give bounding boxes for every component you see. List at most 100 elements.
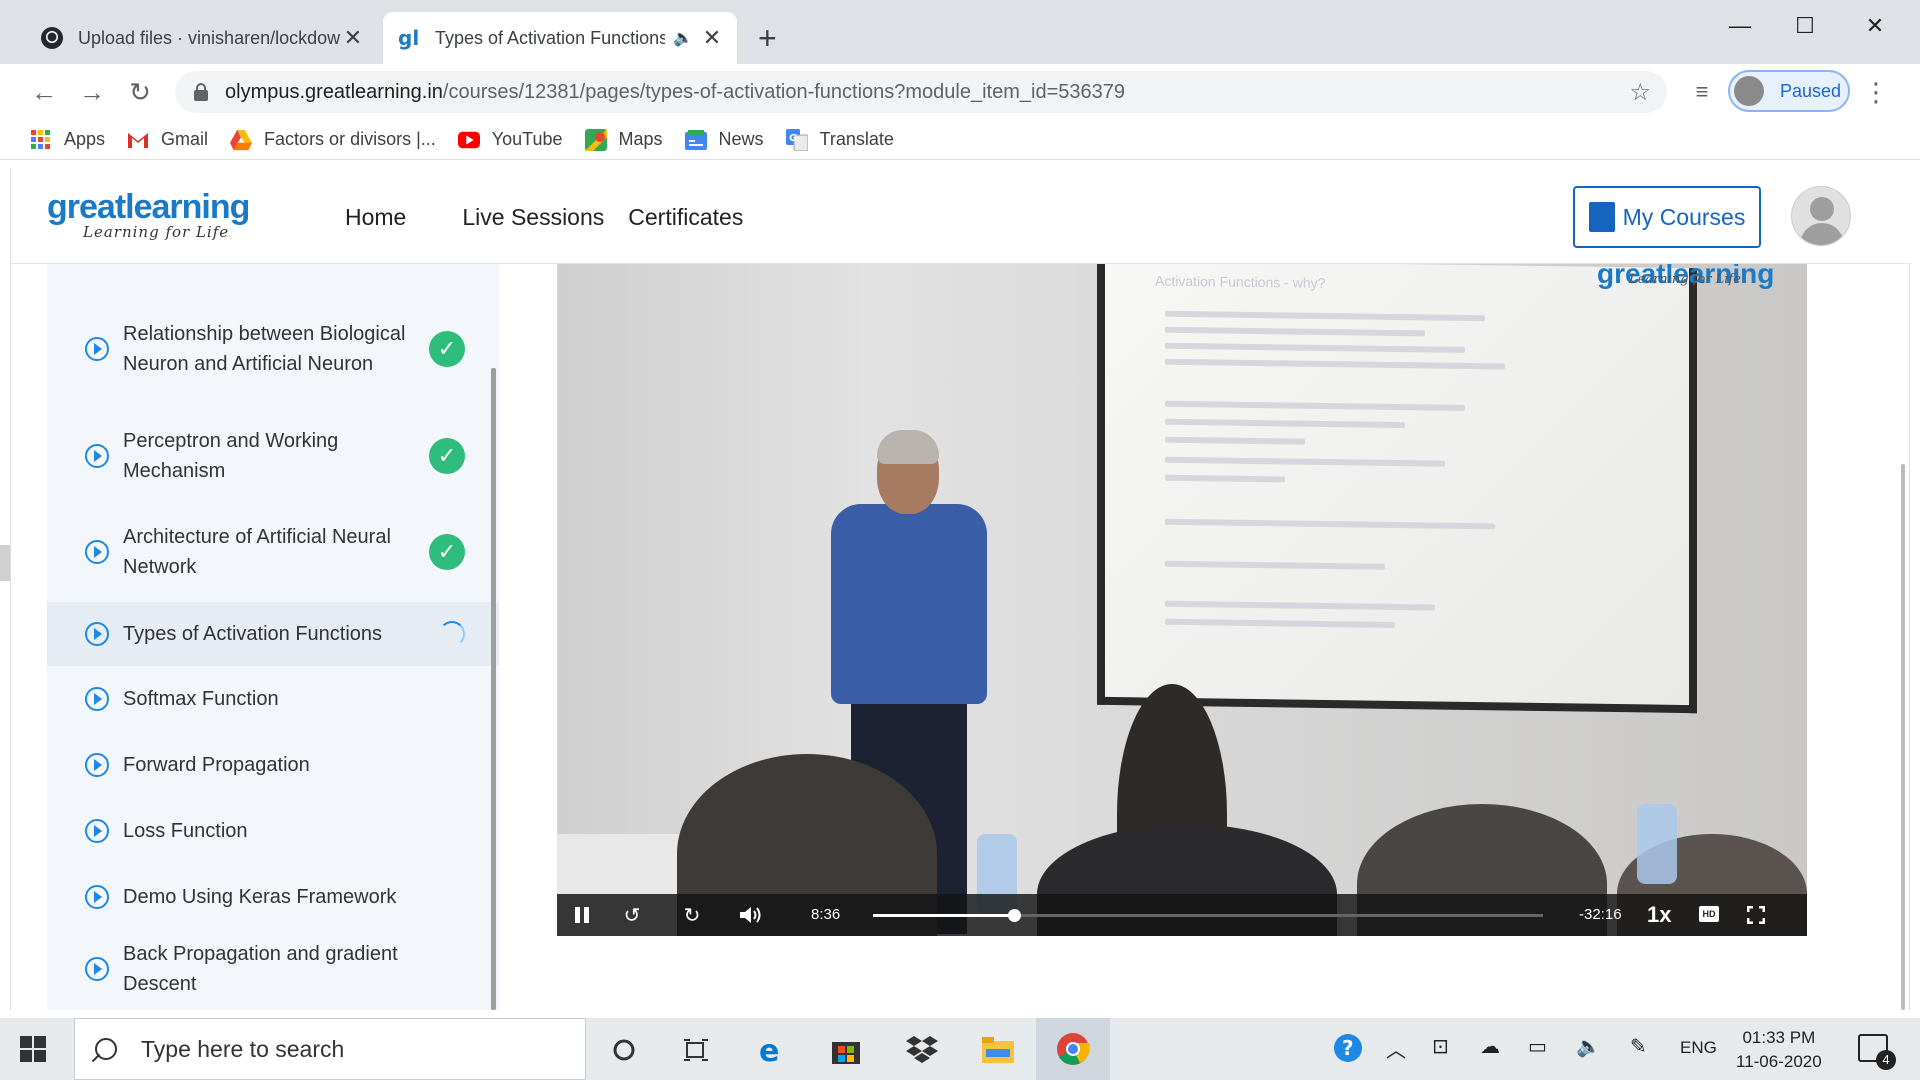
seek-handle[interactable] bbox=[1007, 909, 1021, 922]
slide-line bbox=[1165, 618, 1395, 628]
svg-text:e: e bbox=[759, 1035, 779, 1065]
my-courses-button[interactable]: My Courses bbox=[1573, 186, 1761, 248]
bookmark-maps[interactable]: Maps bbox=[584, 128, 663, 151]
menu-kebab-icon[interactable]: ⋮ bbox=[1858, 74, 1894, 110]
cortana-icon[interactable] bbox=[604, 1030, 644, 1070]
module-item[interactable]: Demo Using Keras Framework bbox=[47, 874, 499, 920]
nav-live-sessions[interactable]: Live Sessions bbox=[462, 204, 604, 231]
battery-icon[interactable]: ▭ bbox=[1528, 1034, 1547, 1059]
play-circle-icon bbox=[85, 957, 109, 981]
lock-icon bbox=[193, 83, 209, 101]
sidebar-scrollbar[interactable] bbox=[491, 368, 496, 1010]
profile-button[interactable]: Paused bbox=[1728, 70, 1850, 112]
bookmark-star-icon[interactable]: ☆ bbox=[1629, 78, 1651, 107]
loading-spinner-icon bbox=[439, 621, 465, 647]
module-item[interactable]: Back Propagation and gradient Descent bbox=[47, 936, 499, 1002]
presenter-hair bbox=[877, 430, 939, 464]
my-courses-label: My Courses bbox=[1622, 203, 1746, 230]
github-icon bbox=[40, 26, 64, 50]
close-tab-icon[interactable]: ✕ bbox=[342, 27, 364, 49]
slide-line bbox=[1165, 560, 1385, 570]
seek-progress bbox=[873, 914, 1014, 917]
file-explorer-icon[interactable] bbox=[978, 1030, 1018, 1070]
browser-tab-github[interactable]: Upload files · vinisharen/lockdow ✕ bbox=[26, 12, 378, 64]
system-clock[interactable]: 01:33 PM 11-06-2020 bbox=[1736, 1026, 1822, 1074]
module-item[interactable]: Softmax Function bbox=[47, 676, 499, 722]
new-tab-button[interactable]: + bbox=[758, 20, 777, 56]
task-view-icon[interactable] bbox=[676, 1030, 716, 1070]
module-item-active[interactable]: Types of Activation Functions bbox=[47, 602, 499, 666]
speaker-icon[interactable]: 🔈 bbox=[673, 28, 693, 48]
slide-line bbox=[1165, 400, 1465, 411]
bookmark-apps[interactable]: Apps bbox=[30, 129, 105, 151]
chrome-taskbar-icon[interactable] bbox=[1036, 1018, 1110, 1080]
browser-tab-strip: Upload files · vinisharen/lockdow ✕ gl T… bbox=[0, 0, 1920, 64]
module-item[interactable]: Loss Function bbox=[47, 808, 499, 854]
bookmark-factors[interactable]: Factors or divisors |... bbox=[230, 129, 436, 151]
avatar-head bbox=[1810, 197, 1834, 221]
svg-text:?: ? bbox=[1342, 1036, 1354, 1060]
close-window-button[interactable]: ✕ bbox=[1845, 8, 1905, 44]
browser-tab-activation-functions[interactable]: gl Types of Activation Functions 🔈 ✕ bbox=[383, 12, 737, 64]
media-control-icon[interactable]: ≡ bbox=[1684, 74, 1720, 110]
bookmark-label: YouTube bbox=[491, 129, 563, 149]
pen-icon[interactable]: ✎ bbox=[1630, 1034, 1647, 1059]
clock-date: 11-06-2020 bbox=[1736, 1052, 1822, 1071]
bookmark-youtube[interactable]: YouTube bbox=[457, 129, 563, 151]
seek-bar[interactable] bbox=[873, 909, 1543, 922]
minimize-button[interactable]: — bbox=[1710, 8, 1770, 44]
module-label: Loss Function bbox=[123, 820, 248, 842]
pause-icon[interactable] bbox=[569, 902, 595, 928]
search-placeholder: Type here to search bbox=[141, 1035, 345, 1062]
module-item[interactable]: Architecture of Artificial Neural Networ… bbox=[47, 512, 499, 592]
windows-start-icon[interactable] bbox=[20, 1036, 46, 1062]
rewind-icon[interactable]: ↺ bbox=[619, 902, 645, 928]
reload-button[interactable]: ↻ bbox=[122, 74, 158, 110]
bookmark-translate[interactable]: G Translate bbox=[785, 128, 894, 151]
dropbox-icon[interactable] bbox=[902, 1030, 942, 1070]
module-item[interactable]: Perceptron and Working Mechanism ✓ bbox=[47, 416, 499, 496]
forward-button[interactable]: → bbox=[74, 74, 110, 110]
user-avatar[interactable] bbox=[1791, 186, 1851, 246]
tray-expand-icon[interactable]: ︿ bbox=[1386, 1034, 1406, 1063]
url-domain: olympus.greatlearning.in bbox=[225, 80, 443, 103]
slide-line bbox=[1165, 358, 1505, 370]
network-status-icon[interactable]: ⊡ bbox=[1432, 1034, 1449, 1059]
check-circle-icon: ✓ bbox=[429, 534, 465, 570]
book-icon bbox=[1588, 202, 1615, 232]
playback-rate-button[interactable]: 1x bbox=[1647, 902, 1671, 928]
address-bar[interactable]: olympus.greatlearning.in/courses/12381/p… bbox=[175, 71, 1667, 113]
language-indicator[interactable]: ENG bbox=[1680, 1038, 1717, 1058]
taskbar-search-box[interactable]: Type here to search bbox=[74, 1018, 586, 1080]
back-button[interactable]: ← bbox=[26, 74, 62, 110]
bookmark-label: News bbox=[718, 129, 764, 149]
edge-browser-icon[interactable]: e bbox=[752, 1030, 792, 1070]
volume-tray-icon[interactable]: 🔈 bbox=[1576, 1034, 1601, 1059]
bookmark-news[interactable]: News bbox=[684, 129, 764, 151]
close-tab-icon[interactable]: ✕ bbox=[701, 27, 723, 49]
fullscreen-icon[interactable] bbox=[1743, 902, 1769, 928]
notification-center-icon[interactable]: 4 bbox=[1858, 1034, 1896, 1070]
slide-line bbox=[1165, 326, 1425, 337]
slide-title: Activation Functions - why? bbox=[1155, 272, 1326, 292]
hd-quality-icon[interactable]: HD bbox=[1699, 906, 1719, 922]
video-player[interactable]: Activation Functions - why? greatlearnin… bbox=[557, 264, 1807, 936]
slide-line bbox=[1165, 342, 1465, 353]
maximize-button[interactable]: ☐ bbox=[1775, 8, 1835, 44]
greatlearning-logo[interactable]: greatlearning Learning for Life bbox=[47, 188, 250, 241]
volume-icon[interactable] bbox=[738, 902, 764, 928]
bookmark-gmail[interactable]: Gmail bbox=[127, 129, 208, 151]
translate-icon: G bbox=[785, 128, 808, 151]
microsoft-store-icon[interactable] bbox=[826, 1030, 866, 1070]
page-scrollbar[interactable] bbox=[1899, 296, 1907, 1010]
help-icon[interactable]: ? bbox=[1332, 1032, 1364, 1070]
nav-certificates[interactable]: Certificates bbox=[628, 204, 743, 231]
onedrive-icon[interactable]: ☁ bbox=[1480, 1034, 1500, 1059]
nav-home[interactable]: Home bbox=[345, 204, 406, 231]
slide-line bbox=[1165, 418, 1405, 429]
forward-icon[interactable]: ↻ bbox=[679, 902, 705, 928]
module-item[interactable]: Relationship between Biological Neuron a… bbox=[47, 294, 499, 404]
main-nav: Home Live Sessions Certificates bbox=[345, 204, 799, 231]
page-scroll-thumb[interactable] bbox=[1901, 464, 1905, 1010]
module-item[interactable]: Forward Propagation bbox=[47, 742, 499, 788]
